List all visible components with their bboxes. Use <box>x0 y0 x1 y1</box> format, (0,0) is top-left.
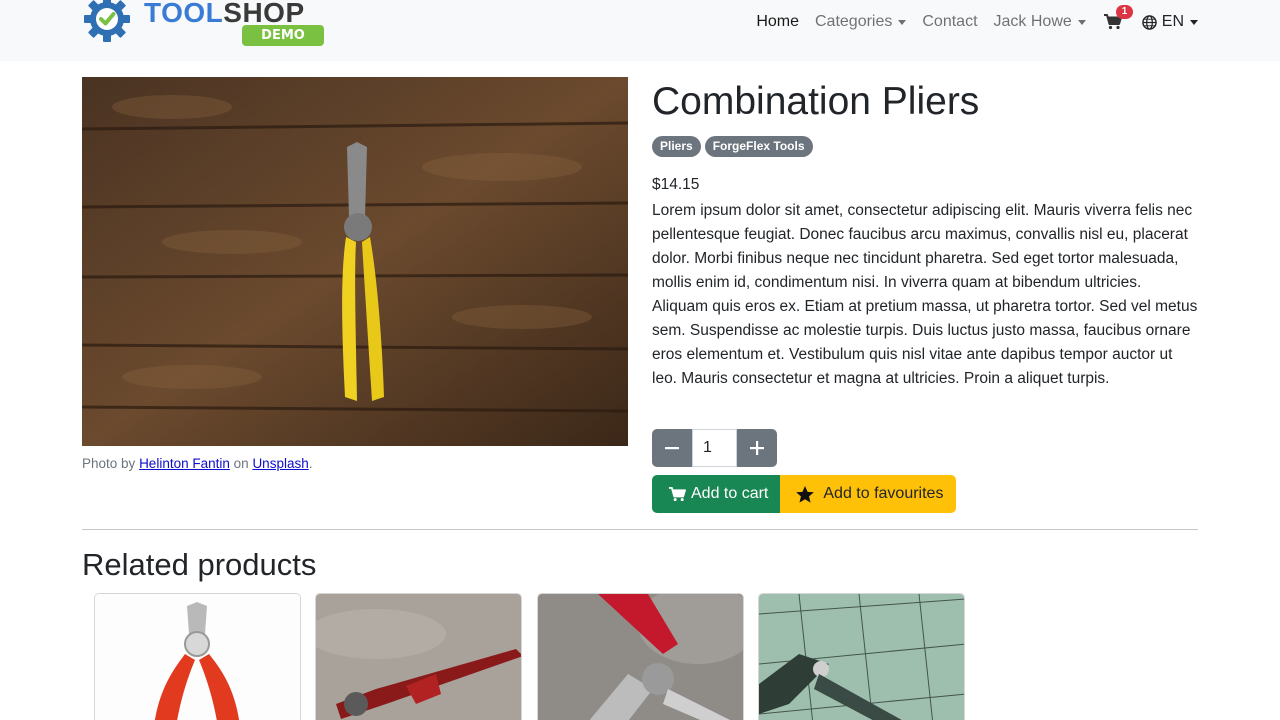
credit-prefix: Photo by <box>82 456 136 471</box>
caret-down-icon <box>898 19 907 25</box>
caret-down-icon <box>1190 19 1198 25</box>
gear-check-icon <box>84 0 130 42</box>
caret-down-icon <box>1077 19 1086 25</box>
related-product-image <box>316 594 521 720</box>
related-product-card[interactable] <box>758 593 965 720</box>
related-product-card[interactable] <box>94 593 301 720</box>
nav-user-label: Jack Howe <box>993 13 1072 30</box>
product-price: $14.15 <box>652 176 700 193</box>
plus-icon <box>750 441 764 455</box>
nav-language-dropdown[interactable]: EN <box>1134 13 1198 31</box>
add-to-favourites-button[interactable]: Add to favourites <box>780 475 957 513</box>
nav-home[interactable]: Home <box>748 13 807 31</box>
nav-categories-dropdown[interactable]: Categories <box>807 13 914 31</box>
main-nav: Home Categories Contact Jack Howe 1 EN <box>748 0 1198 44</box>
increase-quantity-button[interactable] <box>737 429 777 467</box>
brand-badge: ForgeFlex Tools <box>704 136 813 157</box>
related-product-image <box>538 594 743 720</box>
navbar: TOOLSHOP DEMO Home Categories Contact Ja… <box>0 0 1280 61</box>
quantity-input[interactable] <box>692 429 737 467</box>
related-product-card[interactable] <box>315 593 522 720</box>
decrease-quantity-button[interactable] <box>652 429 692 467</box>
minus-icon <box>665 447 679 450</box>
product-description: Lorem ipsum dolor sit amet, consectetur … <box>652 202 1198 387</box>
add-to-favourites-label: Add to favourites <box>823 485 944 502</box>
related-product-image <box>759 594 964 720</box>
quantity-stepper <box>652 429 777 467</box>
product-title: Combination Pliers <box>652 80 980 123</box>
nav-categories-label: Categories <box>815 13 893 30</box>
nav-contact[interactable]: Contact <box>914 13 985 31</box>
star-icon <box>796 485 815 503</box>
nav-cart[interactable]: 1 <box>1094 5 1134 30</box>
logo-demo-badge: DEMO <box>242 25 324 46</box>
globe-icon <box>1142 14 1157 30</box>
nav-home-label: Home <box>756 13 799 30</box>
nav-user-menu[interactable]: Jack Howe <box>986 13 1094 31</box>
photo-credit: Photo by Helinton Fantin on Unsplash. <box>82 456 312 471</box>
related-product-image <box>95 594 300 720</box>
photo-site-link[interactable]: Unsplash <box>252 456 308 471</box>
photo-author-link[interactable]: Helinton Fantin <box>139 456 230 471</box>
related-product-card[interactable] <box>537 593 744 720</box>
product-tags: Pliers ForgeFlex Tools <box>652 136 813 157</box>
nav-contact-label: Contact <box>922 13 978 30</box>
site-logo[interactable]: TOOLSHOP DEMO <box>82 0 332 48</box>
product-actions: Add to cart Add to favourites <box>652 475 957 513</box>
section-divider <box>82 529 1198 530</box>
category-badge: Pliers <box>652 136 701 157</box>
credit-suffix: . <box>308 456 313 471</box>
add-to-cart-label: Add to cart <box>691 485 769 502</box>
related-products-heading: Related products <box>82 547 317 582</box>
product-image <box>82 77 628 446</box>
nav-language-label: EN <box>1161 13 1184 30</box>
cart-count-badge: 1 <box>1115 5 1134 19</box>
credit-middle: on <box>233 456 249 471</box>
cart-icon <box>669 486 686 501</box>
add-to-cart-button[interactable]: Add to cart <box>652 475 781 513</box>
